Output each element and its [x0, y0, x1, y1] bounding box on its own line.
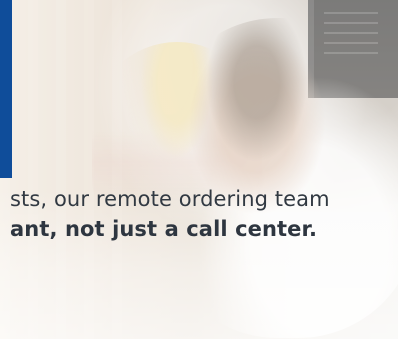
hero-section: sts, our remote ordering team ant, not j…	[0, 0, 398, 339]
caption-line-1: sts, our remote ordering team	[10, 187, 330, 211]
image-wash-overlay	[0, 0, 398, 339]
caption-line-2: ant, not just a call center.	[10, 217, 318, 241]
caption-text-block: sts, our remote ordering team ant, not j…	[10, 184, 398, 244]
left-accent-bar	[0, 0, 12, 178]
